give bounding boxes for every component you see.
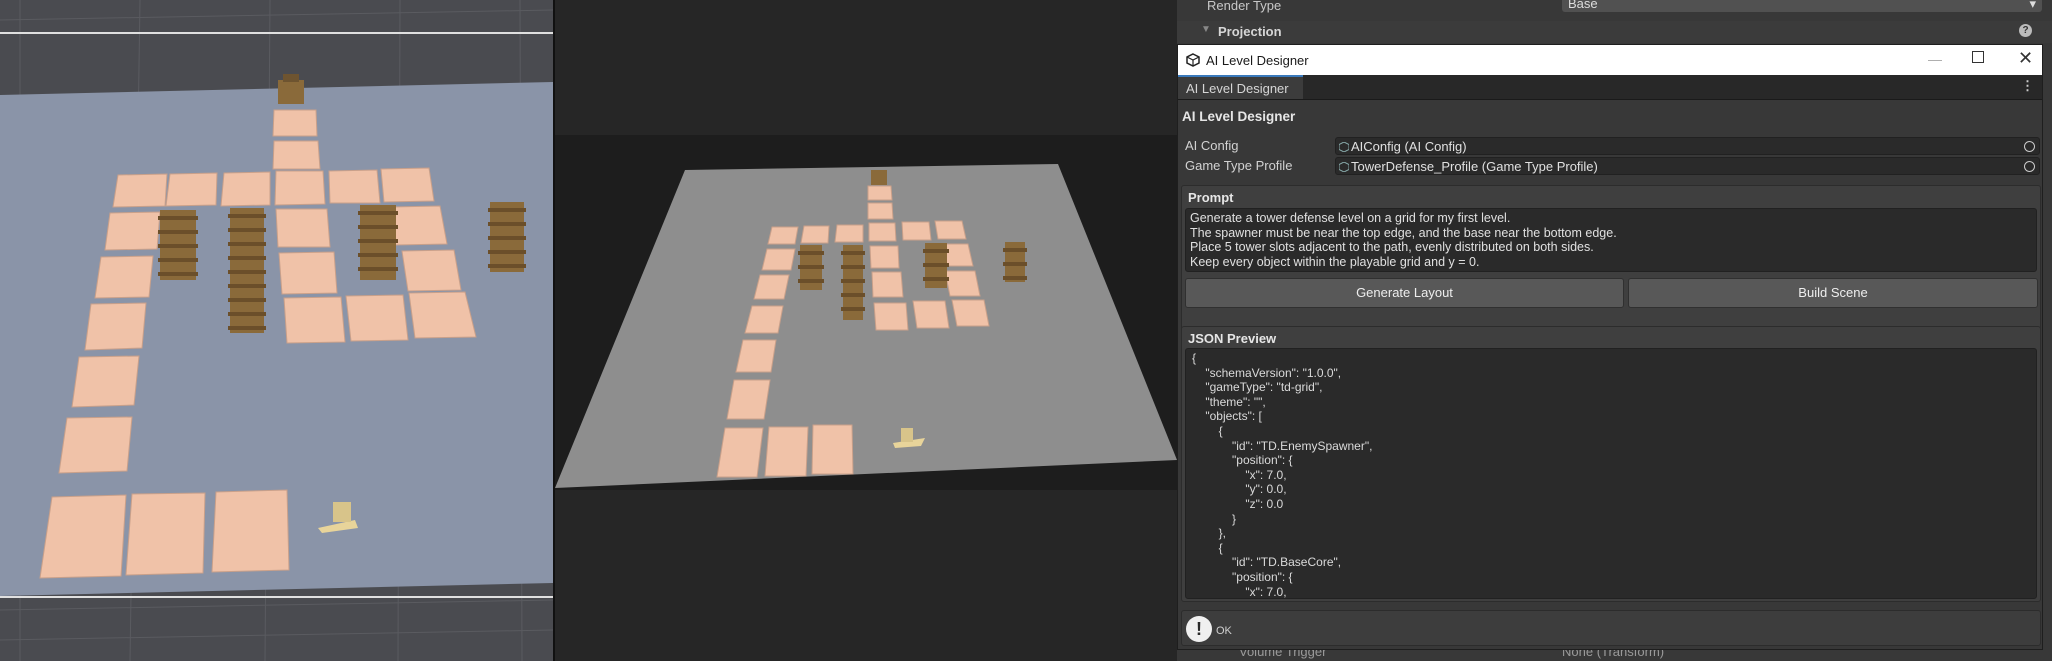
path-tile-game	[867, 202, 894, 220]
render-type-dropdown[interactable]: Base ▾	[1562, 0, 2042, 12]
path-tile	[401, 249, 462, 292]
path-tile	[345, 294, 409, 342]
object-picker-icon[interactable]	[2024, 141, 2035, 152]
path-tile	[283, 296, 346, 344]
scene-view-left[interactable]	[0, 0, 553, 661]
path-tile	[220, 171, 271, 207]
tower-slot-game	[841, 245, 865, 320]
path-tile-game	[744, 305, 784, 334]
path-tile-game	[912, 300, 950, 329]
render-type-value: Base	[1568, 0, 1598, 11]
path-tile	[165, 172, 218, 207]
path-tile-game	[764, 426, 809, 477]
path-tile	[94, 255, 154, 299]
path-tile-game	[811, 424, 854, 475]
minimize-button[interactable]: —	[1928, 51, 1942, 67]
path-tile-game	[951, 299, 990, 327]
path-tile	[125, 492, 206, 576]
tower-slot-game	[1003, 242, 1027, 282]
close-button[interactable]: ✕	[2018, 48, 2033, 69]
scene-left-canvas	[0, 0, 553, 661]
status-message: OK	[1216, 625, 1232, 637]
path-tile	[104, 211, 161, 251]
json-preview-section: JSON Preview { "schemaVersion": "1.0.0",…	[1181, 326, 2041, 602]
build-scene-button[interactable]: Build Scene	[1628, 278, 2038, 308]
render-type-label: Render Type	[1207, 0, 1282, 13]
path-tile	[275, 208, 331, 248]
projection-header[interactable]: ▼ Projection ?	[1177, 21, 2052, 43]
enemy-spawner-game	[871, 170, 887, 185]
tower-slot	[488, 202, 526, 272]
scriptable-object-icon	[1338, 139, 1350, 153]
json-preview-textarea[interactable]: { "schemaVersion": "1.0.0", "gameType": …	[1185, 348, 2037, 599]
scene-mid-canvas	[555, 135, 1177, 490]
ai-level-designer-window: AI Level Designer — ✕ AI Level Designer …	[1177, 44, 2043, 650]
chevron-down-icon: ▾	[2029, 0, 2036, 11]
path-tile-game	[834, 224, 864, 243]
status-help-box: ! OK	[1181, 610, 2041, 646]
path-tile	[408, 291, 477, 339]
path-tile-game	[800, 225, 830, 244]
game-type-profile-label: Game Type Profile	[1185, 158, 1293, 173]
window-titlebar[interactable]: AI Level Designer — ✕	[1178, 45, 2042, 75]
tower-slot	[228, 208, 266, 333]
path-tile-game	[934, 220, 967, 240]
prompt-title: Prompt	[1188, 190, 1234, 205]
path-tile-game	[869, 245, 900, 269]
maximize-button[interactable]	[1972, 51, 1984, 63]
projection-label: Projection	[1218, 24, 1282, 39]
path-tile-game	[753, 274, 790, 300]
path-tile	[84, 302, 147, 351]
info-exclamation-icon: !	[1186, 616, 1212, 642]
path-tile	[380, 167, 435, 203]
path-tile	[389, 205, 448, 246]
path-tile-game	[871, 271, 904, 298]
ai-config-label: AI Config	[1185, 138, 1239, 153]
generate-layout-button[interactable]: Generate Layout	[1185, 278, 1624, 308]
path-tile-game	[726, 379, 771, 420]
tower-slot	[158, 210, 198, 280]
path-tile-game	[868, 222, 897, 242]
tower-slot	[358, 205, 398, 280]
tower-slot-game	[798, 245, 824, 290]
path-tile	[39, 494, 127, 579]
path-tile	[211, 489, 290, 573]
path-tile	[272, 109, 318, 137]
scene-view-game[interactable]	[555, 0, 1177, 661]
game-type-profile-value: TowerDefense_Profile (Game Type Profile)	[1351, 159, 1598, 174]
path-tile	[274, 170, 326, 206]
path-tile-game	[867, 185, 893, 201]
path-tile	[71, 355, 140, 408]
ai-config-field[interactable]: AIConfig (AI Config)	[1335, 137, 2040, 155]
object-picker-icon[interactable]	[2024, 161, 2035, 172]
json-preview-title: JSON Preview	[1188, 331, 1277, 346]
path-tile-game	[901, 221, 932, 241]
help-icon[interactable]: ?	[2019, 24, 2032, 37]
tab-bar: AI Level Designer ⋮	[1178, 75, 2042, 100]
designer-heading: AI Level Designer	[1182, 109, 1296, 124]
enemy-spawner	[278, 74, 304, 104]
path-tile-game	[873, 302, 909, 331]
scriptable-object-icon	[1338, 159, 1350, 173]
foldout-arrow-icon: ▼	[1201, 24, 1211, 35]
path-tile-game	[716, 427, 764, 478]
path-tile-game	[944, 270, 981, 297]
path-tile	[112, 173, 168, 208]
path-tile	[328, 169, 381, 204]
tower-slot-game	[923, 243, 949, 288]
path-tile	[272, 140, 321, 170]
path-tile-game	[735, 339, 777, 373]
window-title: AI Level Designer	[1206, 53, 1309, 68]
path-tile	[58, 416, 133, 474]
ai-config-value: AIConfig (AI Config)	[1351, 139, 1467, 154]
path-tile	[278, 251, 338, 295]
more-options-icon[interactable]: ⋮	[2021, 78, 2034, 94]
path-tile-game	[761, 248, 796, 271]
prompt-textarea[interactable]: Generate a tower defense level on a grid…	[1185, 208, 2037, 272]
path-tile-game	[767, 226, 799, 245]
tab-ai-level-designer[interactable]: AI Level Designer	[1178, 75, 1303, 99]
game-type-profile-field[interactable]: TowerDefense_Profile (Game Type Profile)	[1335, 157, 2040, 175]
unity-logo-icon	[1186, 53, 1200, 67]
